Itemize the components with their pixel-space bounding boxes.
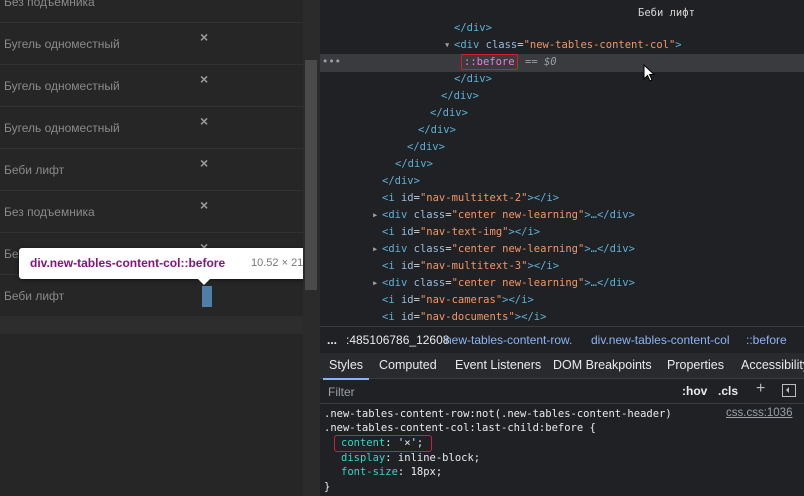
tree-node-expanded[interactable]: ▾ <div class="new-tables-content-col">: [320, 37, 804, 54]
add-rule-icon[interactable]: +: [756, 380, 765, 398]
table-row: Бугель одноместный ×: [0, 65, 303, 107]
table-row: Без подъемника ×: [0, 191, 303, 233]
page-viewport: Без подъемника × Бугель одноместный × Бу…: [0, 0, 303, 496]
breadcrumb-item-active[interactable]: ::before: [746, 327, 787, 353]
close-icon[interactable]: ×: [200, 113, 208, 129]
css-property[interactable]: content: '×';: [341, 436, 423, 451]
breadcrumb: ... :485106786_12608 new-tables-content-…: [320, 326, 804, 354]
tree-node[interactable]: </div>: [320, 173, 804, 190]
pseudo-element-node[interactable]: ::before: [461, 54, 518, 70]
expand-arrow-icon[interactable]: ▸: [372, 275, 378, 292]
source-link[interactable]: css.css:1036: [726, 407, 792, 419]
table-row: Бугель одноместный ×: [0, 23, 303, 65]
rule-close-brace: }: [324, 481, 331, 493]
inspect-tooltip: div.new-tables-content-col::before 10.52…: [19, 248, 303, 285]
tree-node-collapsed[interactable]: ▸ <div class="center new-learning">…</di…: [320, 275, 804, 292]
console-ref: == $0: [525, 56, 557, 68]
elements-tree: Беби лифт </div> ▾ <div class="new-table…: [320, 0, 804, 326]
tree-node-collapsed[interactable]: ▸ <div class="center new-learning">…</di…: [320, 241, 804, 258]
styles-toolbar: :hov .cls +: [320, 379, 804, 404]
row-label: Беби лифт: [4, 289, 65, 303]
tab-accessibility[interactable]: Accessibility: [741, 353, 804, 378]
close-icon[interactable]: ×: [200, 197, 208, 213]
page-scrollbar-thumb[interactable]: [305, 60, 317, 290]
tree-node[interactable]: <i id="nav-multitext-3"></i>: [320, 258, 804, 275]
tree-node[interactable]: </div>: [320, 88, 804, 105]
css-property[interactable]: display: inline-block;: [341, 451, 480, 466]
close-icon[interactable]: ×: [200, 29, 208, 45]
tree-node[interactable]: </div>: [320, 20, 804, 37]
table-row: Без подъемника ×: [0, 0, 303, 23]
table-row: Беби лифт: [0, 275, 303, 316]
table-row: Бугель одноместный ×: [0, 107, 303, 149]
row-separator: [0, 316, 303, 334]
table-row: Беби лифт ×: [0, 149, 303, 191]
close-icon[interactable]: ×: [200, 0, 208, 3]
devtools-panel: Беби лифт </div> ▾ <div class="new-table…: [320, 0, 804, 496]
css-property[interactable]: font-size: 18px;: [341, 465, 442, 480]
tree-node[interactable]: </div>: [320, 156, 804, 173]
tree-node[interactable]: </div>: [320, 105, 804, 122]
row-label: Бугель одноместный: [4, 79, 120, 93]
sidebar-tabs: Styles Computed Event Listeners DOM Brea…: [320, 353, 804, 380]
filter-input[interactable]: [326, 383, 670, 401]
tab-styles[interactable]: Styles: [323, 353, 370, 380]
row-label: Без подъемника: [4, 205, 95, 219]
tooltip-size: 10.52 × 21: [251, 257, 303, 269]
tree-node[interactable]: </div>: [320, 139, 804, 156]
collapse-arrow-icon[interactable]: ▾: [444, 37, 450, 54]
tab-dom-breakpoints[interactable]: DOM Breakpoints: [553, 353, 652, 378]
tab-computed[interactable]: Computed: [379, 353, 437, 378]
tree-node[interactable]: <i id="nav-multitext-2"></i>: [320, 190, 804, 207]
hover-state-toggle[interactable]: :hov: [682, 384, 707, 398]
breadcrumb-item[interactable]: div.new-tables-content-col: [591, 327, 730, 353]
tree-node[interactable]: <i id="nav-documents"></i>: [320, 309, 804, 326]
close-icon[interactable]: ×: [200, 155, 208, 171]
expand-arrow-icon[interactable]: ▸: [372, 241, 378, 258]
mouse-cursor-icon: [643, 64, 655, 82]
more-icon[interactable]: •••: [322, 54, 341, 71]
expand-arrow-icon[interactable]: ▸: [372, 207, 378, 224]
row-label: Без подъемника: [4, 0, 95, 9]
row-label: Бугель одноместный: [4, 121, 120, 135]
rule-selector[interactable]: .new-tables-content-row:not(.new-tables-…: [324, 407, 672, 422]
tooltip-selector: div.new-tables-content-col::before: [30, 256, 226, 270]
tree-node[interactable]: </div>: [320, 71, 804, 88]
tree-node[interactable]: <i id="nav-text-img"></i>: [320, 224, 804, 241]
tree-node[interactable]: <i id="nav-cameras"></i>: [320, 292, 804, 309]
style-rules: .new-tables-content-row:not(.new-tables-…: [320, 404, 804, 496]
class-toggle[interactable]: .cls: [718, 384, 738, 398]
close-icon[interactable]: ×: [200, 71, 208, 87]
rule-selector[interactable]: .new-tables-content-col:last-child:befor…: [324, 421, 596, 436]
row-label: Беби лифт: [4, 163, 65, 177]
breadcrumb-item[interactable]: :485106786_12608: [346, 327, 449, 353]
tab-properties[interactable]: Properties: [667, 353, 724, 378]
tab-event-listeners[interactable]: Event Listeners: [455, 353, 541, 378]
breadcrumb-item[interactable]: new-tables-content-row.: [445, 327, 572, 353]
tree-node-collapsed[interactable]: ▸ <div class="center new-learning">…</di…: [320, 207, 804, 224]
breadcrumb-more[interactable]: ...: [327, 327, 337, 353]
tree-node[interactable]: </div>: [320, 122, 804, 139]
sidebar-toggle-icon[interactable]: [782, 384, 796, 397]
selected-tree-node[interactable]: ••• ::before == $0: [320, 54, 804, 72]
row-label: Бугель одноместный: [4, 37, 120, 51]
